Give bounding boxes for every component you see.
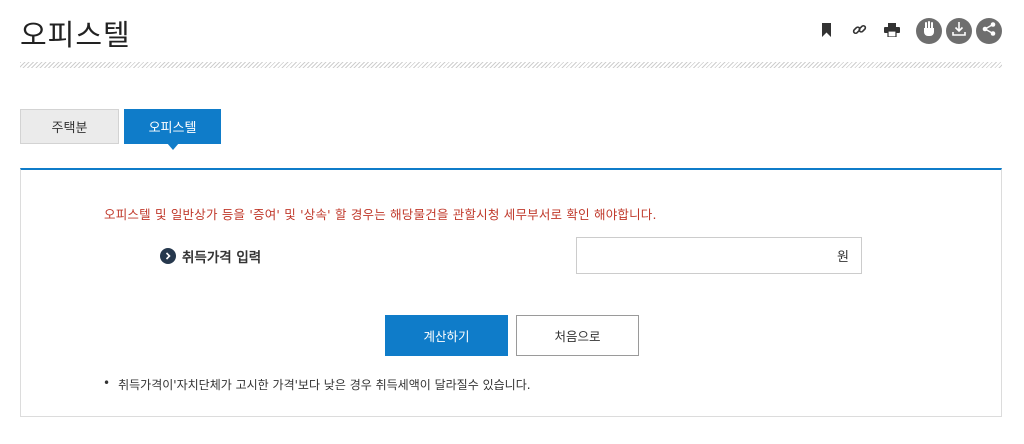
bookmark-button[interactable] [816,21,836,41]
note: • 취득가격이'자치단체가 고시한 가격'보다 낮은 경우 취득세액이 달라질수… [103,376,531,393]
download-icon [950,20,968,42]
warning-message: 오피스텔 및 일반상가 등을 '증여' 및 '상속' 할 경우는 해당물건을 관… [104,207,657,222]
calculate-button[interactable]: 계산하기 [385,315,508,356]
share-icon [981,21,997,41]
bullet-icon: • [103,376,111,390]
link-button[interactable] [849,21,869,41]
link-icon [852,22,867,41]
currency-unit: 원 [837,250,849,265]
amount-field: 원 [576,237,862,274]
tab-bar: 주택분 오피스텔 [20,109,221,150]
acquisition-price-label: 취득가격 입력 [182,250,262,266]
toolbar [803,16,1002,46]
acquisition-price-input[interactable] [577,238,838,273]
download-button[interactable] [946,18,972,44]
note-text: 취득가격이'자치단체가 고시한 가격'보다 낮은 경우 취득세액이 달라질수 있… [118,378,531,392]
share-button[interactable] [976,18,1002,44]
title-divider [20,62,1002,68]
page-title: 오피스텔 [20,18,131,52]
print-button[interactable] [882,21,902,41]
sign-language-icon [920,20,938,42]
bookmark-icon [821,22,832,41]
reset-button[interactable]: 처음으로 [516,315,639,356]
sign-language-button[interactable] [916,18,942,44]
chevron-right-icon [160,248,176,264]
print-icon [884,22,900,41]
tab-housing[interactable]: 주택분 [20,109,119,144]
acquisition-price-label-row: 취득가격 입력 [160,246,261,266]
tab-officetel[interactable]: 오피스텔 [124,109,221,150]
